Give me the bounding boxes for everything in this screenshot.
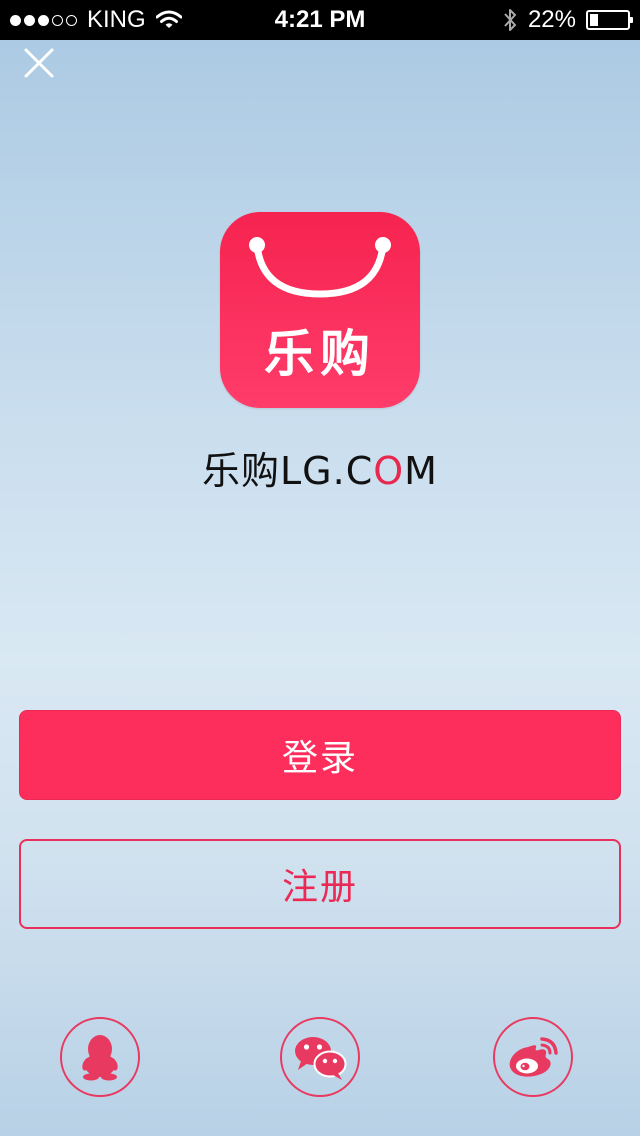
- login-button[interactable]: 登录: [19, 710, 621, 800]
- brand-heart-letter: O: [373, 449, 405, 493]
- brand-name: 乐购LG.COM: [0, 448, 640, 494]
- app-logo: 乐购: [220, 212, 420, 408]
- close-icon: [24, 48, 54, 78]
- battery-percent: 22%: [527, 6, 576, 33]
- bluetooth-icon: [504, 9, 516, 31]
- battery-icon: [586, 10, 633, 30]
- wechat-login-button[interactable]: [280, 1017, 360, 1097]
- login-button-label: 登录: [281, 738, 358, 779]
- battery-fill: [590, 14, 598, 26]
- qq-icon: [82, 1035, 118, 1081]
- register-button[interactable]: 注册: [19, 839, 621, 929]
- close-button[interactable]: [18, 42, 60, 84]
- wechat-icon: [295, 1037, 347, 1080]
- qq-login-button[interactable]: [60, 1017, 140, 1097]
- weibo-icon: [509, 1037, 558, 1077]
- weibo-login-button[interactable]: [493, 1017, 573, 1097]
- status-bar: KING 4:21 PM 22%: [0, 0, 640, 40]
- logo-text: 乐购: [264, 325, 376, 383]
- shopping-bag-handle-icon: [249, 237, 391, 298]
- brand-name-suffix: M: [404, 449, 438, 493]
- register-button-label: 注册: [281, 867, 358, 908]
- brand-name-prefix: 乐购LG.C: [202, 449, 374, 493]
- status-right: 22%: [502, 0, 633, 40]
